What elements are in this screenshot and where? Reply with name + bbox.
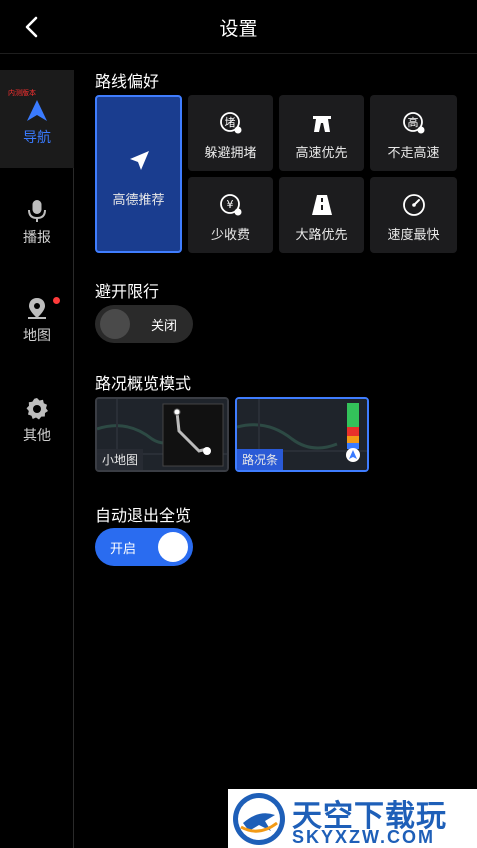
toggle-knob [158, 532, 188, 562]
site-watermark: 天空下载玩 SKYXZW.COM [228, 789, 477, 848]
toggle-label: 开启 [110, 542, 137, 557]
sidebar-item-other[interactable]: 其他 [0, 382, 74, 480]
route-option-label: 大路优先 [295, 228, 348, 243]
toggle-knob [100, 309, 130, 339]
map-pin-icon [28, 298, 46, 319]
route-option-label: 高德推荐 [112, 193, 165, 208]
sidebar-item-broadcast[interactable]: 播报 [0, 182, 74, 280]
sidebar-item-label: 导航 [23, 130, 51, 146]
microphone-icon [28, 200, 46, 222]
sidebar-item-navigation[interactable]: 内测版本 导航 [0, 70, 74, 168]
toll-icon: ¥ [219, 194, 241, 216]
route-option-less-toll[interactable]: ¥ 少收费 [188, 177, 273, 253]
route-option-label: 不走高速 [387, 146, 440, 161]
sidebar: 内测版本 导航 播报 地图 其他 [0, 70, 74, 848]
avoid-congestion-icon: 堵 [219, 112, 241, 134]
route-option-fastest[interactable]: 速度最快 [370, 177, 457, 253]
header-bar: 设置 [0, 0, 477, 54]
page-title: 设置 [219, 18, 258, 40]
svg-text:高: 高 [407, 115, 418, 129]
svg-text:堵: 堵 [224, 115, 235, 129]
auto-exit-title: 自动退出全览 [95, 506, 192, 525]
route-option-label: 少收费 [210, 228, 250, 243]
route-option-highway-first[interactable]: 高速优先 [279, 95, 364, 171]
svg-text:¥: ¥ [226, 198, 233, 211]
highway-icon [312, 116, 331, 132]
traffic-mode-traffic-bar[interactable]: 路况条 [235, 397, 369, 472]
navigation-arrow-icon [27, 100, 47, 121]
mode-caption: 路况条 [237, 449, 284, 470]
route-option-label: 速度最快 [387, 228, 440, 243]
sidebar-item-label: 播报 [23, 230, 51, 246]
route-pref-title: 路线偏好 [95, 72, 160, 91]
speedometer-icon [402, 194, 425, 216]
mode-caption: 小地图 [97, 449, 144, 470]
route-option-avoid-congestion[interactable]: 堵 躲避拥堵 [188, 95, 273, 171]
beta-badge: 内测版本 [8, 89, 36, 97]
main-road-icon [311, 195, 332, 215]
send-arrow-icon [129, 151, 149, 170]
auto-exit-toggle[interactable]: 开启 [95, 528, 193, 566]
route-option-label: 高速优先 [295, 146, 348, 161]
notification-dot [53, 297, 60, 304]
no-highway-icon: 高 [402, 112, 424, 134]
route-option-recommended[interactable]: 高德推荐 [95, 95, 182, 253]
traffic-mode-title: 路况概览模式 [95, 374, 192, 393]
sidebar-item-map[interactable]: 地图 [0, 282, 74, 380]
restriction-title: 避开限行 [95, 282, 160, 301]
route-option-no-highway[interactable]: 高 不走高速 [370, 95, 457, 171]
sidebar-item-label: 地图 [23, 328, 51, 344]
traffic-mode-mini-map[interactable]: 小地图 [95, 397, 229, 472]
gear-icon [26, 398, 48, 420]
route-option-main-road[interactable]: 大路优先 [279, 177, 364, 253]
watermark-logo [233, 793, 285, 845]
route-option-label: 躲避拥堵 [204, 146, 257, 161]
sidebar-item-label: 其他 [23, 428, 51, 444]
watermark-subtitle: SKYXZW.COM [292, 827, 436, 847]
restriction-toggle[interactable]: 关闭 [95, 305, 193, 343]
toggle-label: 关闭 [151, 319, 178, 334]
